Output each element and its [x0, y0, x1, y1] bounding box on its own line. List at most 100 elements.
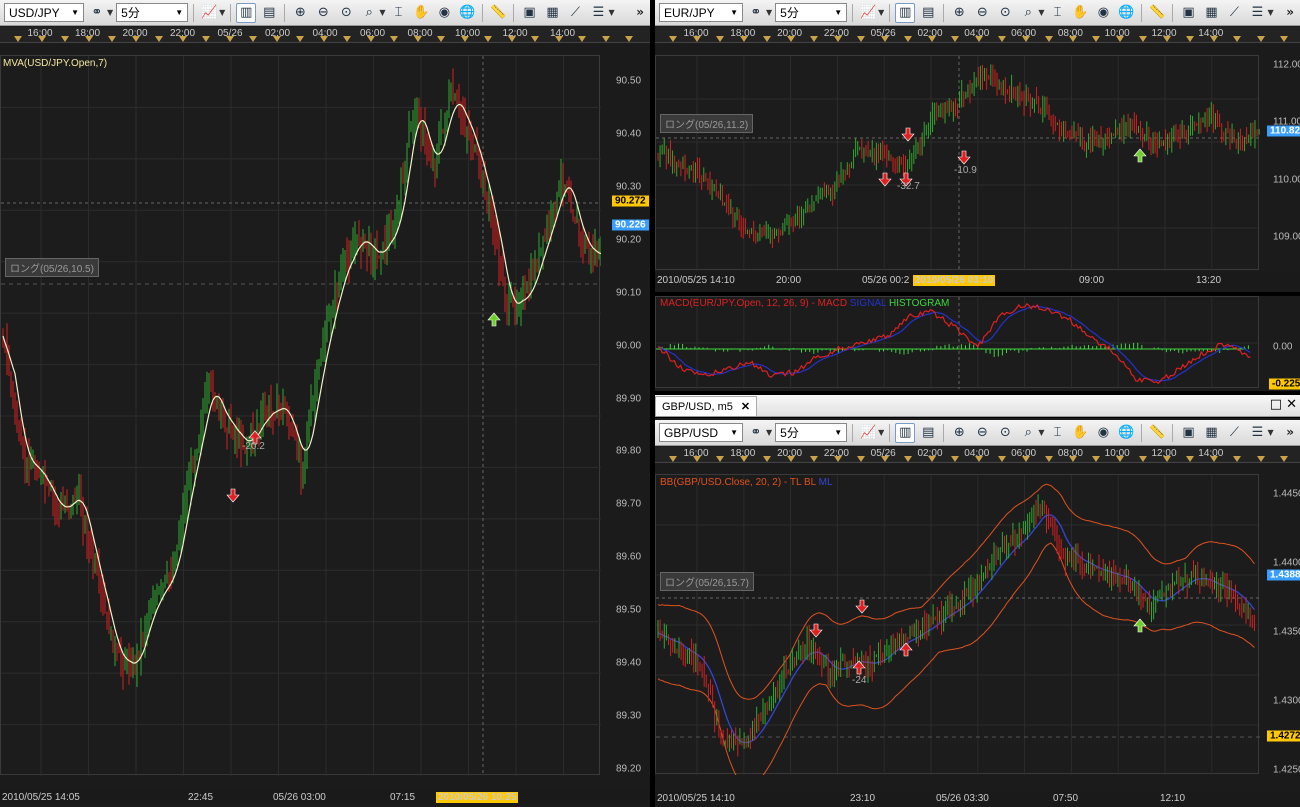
crosshair-icon[interactable]: ⌶ [1047, 423, 1067, 443]
ruler-icon[interactable]: 📏 [1147, 3, 1167, 23]
link-icon[interactable]: ⚭ [746, 423, 766, 443]
bb-label-prefix: BB(GBP/USD.Close, 20, 2) - [660, 477, 790, 488]
ruler-icon[interactable]: 📏 [488, 3, 508, 23]
crosshair-icon[interactable]: ⌶ [388, 3, 408, 23]
zoom-out-icon[interactable]: ⊖ [972, 423, 992, 443]
position-badge[interactable]: ロング(05/26,15.7) [660, 572, 754, 591]
dropdown-arrow-icon[interactable]: ▼ [1267, 428, 1273, 437]
zoom-out-icon[interactable]: ⊖ [972, 3, 992, 23]
globe-icon[interactable]: 🌐 [1116, 423, 1136, 443]
dropdown-arrow-icon[interactable]: ▼ [1267, 8, 1273, 17]
macd-plot-area[interactable]: MACD(EUR/JPY.Open, 12, 26, 9) - MACD SIG… [655, 296, 1260, 389]
zoom-in-icon[interactable]: ⊕ [949, 3, 969, 23]
eye-icon[interactable]: ◉ [434, 3, 454, 23]
save-chart-icon[interactable]: ▦ [1201, 3, 1221, 23]
trade-icon[interactable]: ✋ [411, 3, 431, 23]
zoom-range-icon[interactable]: ⌕ [1018, 423, 1038, 443]
more-icon[interactable]: » [636, 5, 644, 19]
gbpusd-timeframe-select[interactable]: 5分 ▼ [775, 423, 848, 442]
zoom-fit-icon[interactable]: ⊙ [336, 3, 356, 23]
settings-icon[interactable]: ☰ [1247, 423, 1267, 443]
tab-gbpusd[interactable]: GBP/USD, m5 ✕ [655, 396, 758, 416]
dropdown-arrow-icon[interactable]: ▼ [878, 428, 884, 437]
zoom-range-icon[interactable]: ⌕ [1018, 3, 1038, 23]
time-label: 2010/05/25 14:05 [2, 792, 80, 803]
session-marker [716, 456, 724, 462]
eurjpy-timeframe-select[interactable]: 5分 ▼ [775, 3, 848, 22]
zoom-range-icon[interactable]: ⌕ [359, 3, 379, 23]
position-badge[interactable]: ロング(05/26,11.2) [660, 114, 754, 133]
line-icon[interactable]: ▤ [259, 3, 279, 23]
picture-icon[interactable]: ▣ [1178, 3, 1198, 23]
more-icon[interactable]: » [1286, 425, 1294, 439]
candle-icon[interactable]: ▥ [895, 2, 916, 23]
trade-icon[interactable]: ✋ [1070, 423, 1090, 443]
position-badge[interactable]: ロング(05/26,10.5) [5, 258, 99, 277]
draw-line-icon[interactable]: ⟋ [1224, 3, 1244, 23]
candle-icon[interactable]: ▥ [895, 422, 916, 443]
chart-type-icon[interactable]: 📈 [858, 3, 878, 23]
current-price-blue: 110.822 [1267, 125, 1300, 137]
line-icon[interactable]: ▤ [918, 3, 938, 23]
candle-icon[interactable]: ▥ [236, 2, 257, 23]
macd-zero-label: 0.00 [1273, 341, 1293, 353]
globe-icon[interactable]: 🌐 [457, 3, 477, 23]
gbpusd-price-axis: 1.4250 1.4300 1.4350 1.4400 1.4450 1.43882 1… [1267, 474, 1300, 776]
trade-icon[interactable]: ✋ [1070, 3, 1090, 23]
dropdown-arrow-icon[interactable]: ▼ [766, 428, 772, 437]
eye-icon[interactable]: ◉ [1093, 3, 1113, 23]
zoom-in-icon[interactable]: ⊕ [290, 3, 310, 23]
price-label: 90.40 [616, 128, 642, 140]
zoom-out-icon[interactable]: ⊖ [313, 3, 333, 23]
dropdown-arrow-icon[interactable]: ▼ [379, 8, 385, 17]
ruler-icon[interactable]: 📏 [1147, 423, 1167, 443]
close-window-icon[interactable]: ✕ [1286, 397, 1297, 412]
session-marker [927, 456, 936, 462]
usdjpy-symbol-select[interactable]: USD/JPY ▼ [4, 3, 84, 22]
picture-icon[interactable]: ▣ [1178, 423, 1198, 443]
close-tab-icon[interactable]: ✕ [741, 400, 750, 413]
picture-icon[interactable]: ▣ [519, 3, 539, 23]
session-marker [1068, 36, 1077, 42]
save-chart-icon[interactable]: ▦ [542, 3, 562, 23]
zoom-fit-icon[interactable]: ⊙ [995, 423, 1015, 443]
crosshair-icon[interactable]: ⌶ [1047, 3, 1067, 23]
more-icon[interactable]: » [1286, 5, 1294, 19]
zoom-in-icon[interactable]: ⊕ [949, 423, 969, 443]
dropdown-arrow-icon[interactable]: ▼ [766, 8, 772, 17]
link-icon[interactable]: ⚭ [746, 3, 766, 23]
save-chart-icon[interactable]: ▦ [1201, 423, 1221, 443]
gbpusd-price-chart: -24 [656, 475, 1260, 786]
eye-icon[interactable]: ◉ [1093, 423, 1113, 443]
link-icon[interactable]: ⚭ [87, 3, 107, 23]
settings-icon[interactable]: ☰ [1247, 3, 1267, 23]
dropdown-arrow-icon[interactable]: ▼ [878, 8, 884, 17]
price-label: 1.4450 [1273, 488, 1300, 500]
eurjpy-plot-area[interactable]: -32.7 -10.9 ロング(05/26,11.2) [655, 55, 1260, 271]
draw-line-icon[interactable]: ⟋ [1224, 423, 1244, 443]
chart-type-icon[interactable]: 📈 [199, 3, 219, 23]
separator [852, 423, 854, 442]
globe-icon[interactable]: 🌐 [1116, 3, 1136, 23]
eurjpy-symbol-select[interactable]: EUR/JPY ▼ [659, 3, 743, 22]
dropdown-arrow-icon[interactable]: ▼ [608, 8, 614, 17]
signal-line [657, 305, 1251, 382]
dropdown-arrow-icon[interactable]: ▼ [1038, 428, 1044, 437]
zoom-fit-icon[interactable]: ⊙ [995, 3, 1015, 23]
session-marker [37, 36, 46, 42]
price-label: 89.20 [616, 763, 642, 775]
draw-line-icon[interactable]: ⟋ [565, 3, 585, 23]
gbpusd-symbol-select[interactable]: GBP/USD ▼ [659, 423, 743, 442]
line-icon[interactable]: ▤ [918, 423, 938, 443]
session-marker [1092, 36, 1100, 42]
chart-type-icon[interactable]: 📈 [858, 423, 878, 443]
dropdown-arrow-icon[interactable]: ▼ [219, 8, 225, 17]
usdjpy-timeframe-select[interactable]: 5分 ▼ [116, 3, 189, 22]
settings-icon[interactable]: ☰ [588, 3, 608, 23]
restore-icon[interactable]: □ [1270, 397, 1282, 412]
dropdown-arrow-icon[interactable]: ▼ [1038, 8, 1044, 17]
current-price-yellow: 90.272 [612, 195, 649, 207]
dropdown-arrow-icon[interactable]: ▼ [107, 8, 113, 17]
usdjpy-plot-area[interactable]: -20.2 MVA(USD/JPY.Open,7) ロング(05/26,10.5… [0, 55, 602, 776]
gbpusd-plot-area[interactable]: -24 BB(GBP/USD.Close, 20, 2) - TL BL ML … [655, 474, 1260, 786]
